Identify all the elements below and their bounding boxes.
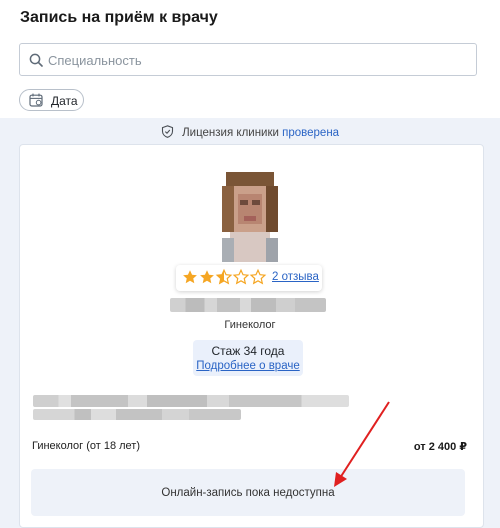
star-icon xyxy=(216,269,232,284)
doctor-specialty: Гинеколог xyxy=(224,319,276,331)
license-verified-link[interactable]: проверена xyxy=(282,127,339,139)
star-icon xyxy=(200,270,214,284)
service-name: Гинеколог (от 18 лет) xyxy=(32,440,141,452)
service-price: от 2 400 ₽ xyxy=(413,441,467,453)
specialty-search-input[interactable]: Специальность xyxy=(19,43,477,76)
shield-check-icon xyxy=(161,125,173,138)
doctor-details-link[interactable]: Подробнее о враче xyxy=(193,360,303,372)
doctor-name-blurred xyxy=(170,298,326,312)
search-icon xyxy=(29,53,43,67)
license-text: Лицензия клиники xyxy=(182,127,279,139)
clinic-address-blurred xyxy=(33,395,349,407)
experience-box: Стаж 34 года Подробнее о враче xyxy=(193,340,303,376)
star-rating xyxy=(183,269,266,284)
rating-badge: 2 отзыва xyxy=(176,265,322,291)
license-notice: Лицензия клиники проверена xyxy=(0,125,500,141)
search-placeholder: Специальность xyxy=(48,53,142,68)
star-icon xyxy=(183,270,197,284)
page-title: Запись на приём к врачу xyxy=(20,9,218,26)
calendar-icon xyxy=(29,93,43,107)
online-booking-status: Онлайн-запись пока недоступна xyxy=(31,469,465,516)
reviews-link[interactable]: 2 отзыва xyxy=(272,271,319,283)
header: Запись на приём к врачу Специальность Да… xyxy=(0,0,500,118)
clinic-address-blurred xyxy=(33,409,241,420)
star-icon xyxy=(250,269,266,284)
date-filter-label: Дата xyxy=(51,94,78,108)
experience-text: Стаж 34 года xyxy=(211,344,285,358)
doctor-photo xyxy=(222,172,278,262)
star-icon xyxy=(233,269,249,284)
date-filter-button[interactable]: Дата xyxy=(19,89,84,111)
booking-unavailable-text: Онлайн-запись пока недоступна xyxy=(161,487,335,499)
